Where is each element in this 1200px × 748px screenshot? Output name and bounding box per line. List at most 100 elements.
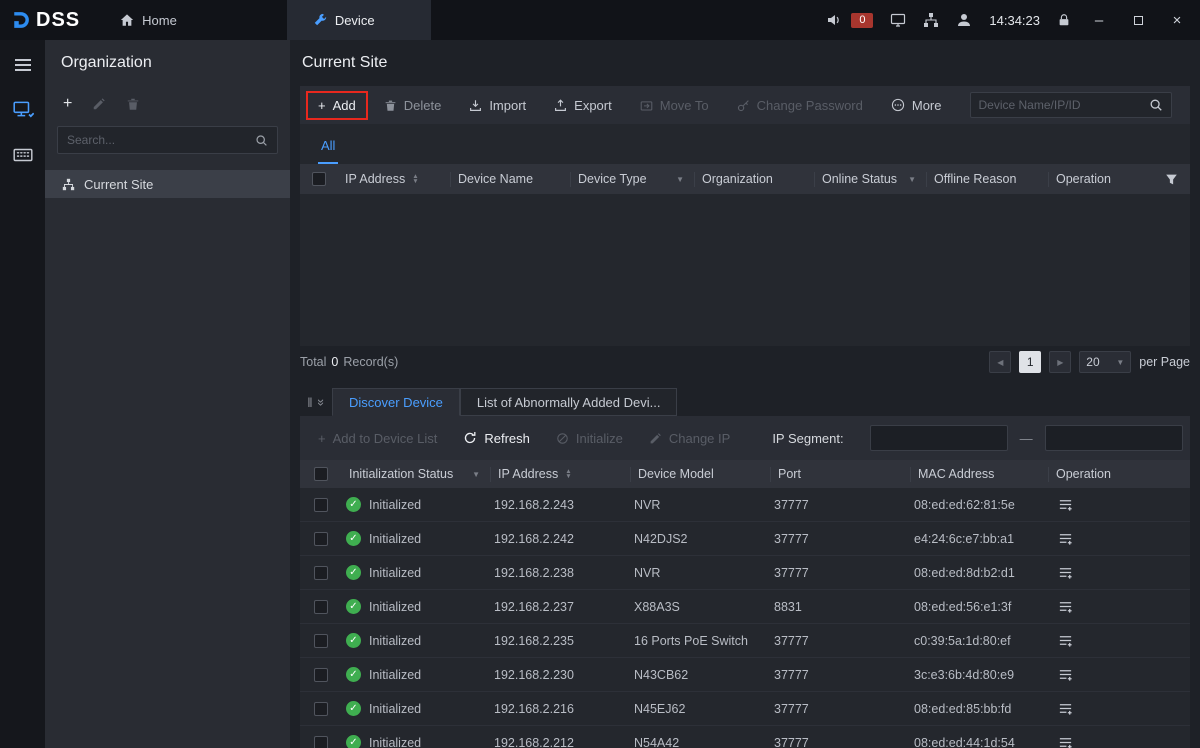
- row-mac-address: e4:24:6c:e7:bb:a1: [910, 532, 1048, 546]
- more-button[interactable]: More: [891, 98, 942, 113]
- column-initialization-status[interactable]: Initialization Status ▼: [342, 467, 490, 482]
- collapse-panel-control[interactable]: ‖ »: [300, 388, 332, 416]
- page-size-select[interactable]: 20 ▼: [1079, 351, 1131, 373]
- sort-icon[interactable]: ▲▼: [412, 174, 418, 184]
- discover-table-header: Initialization Status ▼ IP Address ▲▼ De…: [300, 460, 1190, 488]
- row-device-model: NVR: [630, 566, 770, 580]
- move-to-button-label: Move To: [660, 98, 709, 113]
- discover-table-row[interactable]: ✓ Initialized 192.168.2.238 NVR 37777 08…: [300, 556, 1190, 590]
- initialization-status-value: Initialized: [369, 634, 421, 648]
- add-to-list-icon[interactable]: [1058, 497, 1073, 512]
- discover-table-row[interactable]: ✓ Initialized 192.168.2.243 NVR 37777 08…: [300, 488, 1190, 522]
- add-to-list-icon[interactable]: [1058, 735, 1073, 748]
- discover-table-body: ✓ Initialized 192.168.2.243 NVR 37777 08…: [300, 488, 1190, 748]
- search-icon[interactable]: [255, 134, 268, 147]
- close-icon[interactable]: ×: [1166, 12, 1188, 29]
- row-ip-address: 192.168.2.212: [490, 736, 630, 748]
- discover-table-row[interactable]: ✓ Initialized 192.168.2.237 X88A3S 8831 …: [300, 590, 1190, 624]
- add-button[interactable]: + Add: [318, 98, 356, 113]
- sitemap-icon[interactable]: [923, 12, 939, 28]
- minimize-icon[interactable]: –: [1088, 12, 1110, 29]
- column-device-type[interactable]: Device Type▼: [570, 172, 694, 187]
- current-page[interactable]: 1: [1019, 351, 1041, 373]
- add-to-list-icon[interactable]: [1058, 701, 1073, 716]
- select-all-checkbox[interactable]: [314, 467, 328, 481]
- row-device-model: N43CB62: [630, 668, 770, 682]
- row-port: 37777: [770, 566, 910, 580]
- discover-table-row[interactable]: ✓ Initialized 192.168.2.212 N54A42 37777…: [300, 726, 1190, 748]
- import-button[interactable]: Import: [469, 98, 526, 113]
- discover-table-row[interactable]: ✓ Initialized 192.168.2.230 N43CB62 3777…: [300, 658, 1190, 692]
- device-manager-icon[interactable]: [12, 98, 34, 120]
- chevron-down-icon[interactable]: ▼: [472, 470, 490, 479]
- initialize-button[interactable]: Initialize: [556, 431, 623, 446]
- chevron-down-icon[interactable]: ▼: [908, 175, 926, 184]
- move-to-icon: [640, 99, 653, 112]
- discover-table-row[interactable]: ✓ Initialized 192.168.2.242 N42DJS2 3777…: [300, 522, 1190, 556]
- select-all-checkbox[interactable]: [312, 172, 326, 186]
- delete-organization-icon[interactable]: [126, 96, 140, 112]
- move-to-button[interactable]: Move To: [640, 98, 709, 113]
- add-to-device-list-button[interactable]: + Add to Device List: [318, 431, 437, 446]
- ip-segment-end-input[interactable]: [1045, 425, 1183, 451]
- tab-abnormally-added[interactable]: List of Abnormally Added Devi...: [460, 388, 678, 416]
- row-checkbox[interactable]: [314, 498, 328, 512]
- edit-organization-icon[interactable]: [92, 96, 106, 112]
- site-icon: [62, 178, 75, 191]
- menu-icon[interactable]: [15, 56, 31, 74]
- row-checkbox[interactable]: [314, 634, 328, 648]
- delete-button[interactable]: Delete: [384, 98, 442, 113]
- column-ip-address[interactable]: IP Address ▲▼: [338, 172, 450, 187]
- initialization-status-value: Initialized: [369, 498, 421, 512]
- row-checkbox[interactable]: [314, 600, 328, 614]
- lock-icon[interactable]: [1057, 13, 1071, 27]
- next-page-button[interactable]: ▶: [1049, 351, 1071, 373]
- discover-table-row[interactable]: ✓ Initialized 192.168.2.235 16 Ports PoE…: [300, 624, 1190, 658]
- clock: 14:34:23: [989, 13, 1040, 28]
- change-password-button[interactable]: Change Password: [737, 98, 863, 113]
- column-online-status[interactable]: Online Status▼: [814, 172, 926, 187]
- column-ip-address[interactable]: IP Address ▲▼: [490, 467, 630, 482]
- monitor-icon[interactable]: [890, 12, 906, 28]
- add-to-list-icon[interactable]: [1058, 599, 1073, 614]
- ip-segment-start-input[interactable]: [870, 425, 1008, 451]
- speaker-icon[interactable]: [826, 12, 842, 28]
- tab-device[interactable]: Device: [287, 0, 431, 40]
- tab-discover-device[interactable]: Discover Device: [332, 388, 460, 416]
- tab-home[interactable]: Home: [94, 0, 203, 40]
- tab-all[interactable]: All: [318, 138, 338, 164]
- change-ip-button[interactable]: Change IP: [649, 431, 730, 446]
- row-checkbox[interactable]: [314, 668, 328, 682]
- import-icon: [469, 99, 482, 112]
- row-checkbox[interactable]: [314, 702, 328, 716]
- organization-search-input[interactable]: [67, 133, 249, 147]
- add-to-list-icon[interactable]: [1058, 667, 1073, 682]
- row-checkbox[interactable]: [314, 532, 328, 546]
- prev-page-button[interactable]: ◀: [989, 351, 1011, 373]
- chevron-down-icon[interactable]: ▼: [676, 175, 694, 184]
- device-search-input[interactable]: [979, 98, 1144, 112]
- ip-segment-label: IP Segment:: [772, 431, 843, 446]
- keyboard-icon[interactable]: [12, 144, 34, 166]
- row-checkbox[interactable]: [314, 566, 328, 580]
- tree-item-current-site[interactable]: Current Site: [45, 170, 290, 198]
- refresh-button[interactable]: Refresh: [463, 431, 530, 446]
- initialization-status-value: Initialized: [369, 736, 421, 748]
- notification-badge[interactable]: 0: [851, 13, 873, 28]
- add-to-list-icon[interactable]: [1058, 565, 1073, 580]
- row-checkbox[interactable]: [314, 736, 328, 748]
- user-icon[interactable]: [956, 12, 972, 28]
- filter-icon[interactable]: [1165, 172, 1190, 186]
- row-device-model: X88A3S: [630, 600, 770, 614]
- add-button-label: Add: [333, 98, 356, 113]
- add-organization-icon[interactable]: +: [63, 96, 72, 112]
- sort-icon[interactable]: ▲▼: [565, 469, 571, 479]
- initialization-status-value: Initialized: [369, 532, 421, 546]
- export-button[interactable]: Export: [554, 98, 612, 113]
- add-to-list-icon[interactable]: [1058, 531, 1073, 546]
- discover-table-row[interactable]: ✓ Initialized 192.168.2.216 N45EJ62 3777…: [300, 692, 1190, 726]
- row-ip-address: 192.168.2.216: [490, 702, 630, 716]
- add-to-list-icon[interactable]: [1058, 633, 1073, 648]
- search-icon[interactable]: [1149, 98, 1163, 112]
- maximize-icon[interactable]: [1127, 12, 1149, 29]
